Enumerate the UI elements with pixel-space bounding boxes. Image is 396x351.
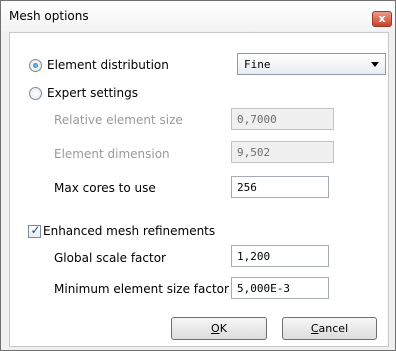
title-bar: Mesh options x <box>1 1 395 31</box>
element-dimension-field[interactable]: 9,502 <box>231 141 334 163</box>
check-icon: ✓ <box>30 223 41 237</box>
ok-label-rest: K <box>219 322 227 335</box>
cancel-mnemonic: C <box>310 322 319 335</box>
dialog-body: Element distribution Fine Expert setting… <box>9 32 389 347</box>
distribution-dropdown[interactable]: Fine <box>237 53 386 75</box>
max-cores-label: Max cores to use <box>54 181 156 195</box>
window-title: Mesh options <box>9 9 89 23</box>
enhanced-refinements-checkbox[interactable]: ✓ <box>28 223 41 238</box>
close-button[interactable]: x <box>372 11 392 27</box>
cancel-label-rest: ancel <box>318 322 349 335</box>
expert-settings-label: Expert settings <box>47 86 138 100</box>
ok-mnemonic: O <box>211 322 220 335</box>
element-dimension-label: Element dimension <box>54 147 170 161</box>
relative-element-size-field[interactable]: 0,7000 <box>231 108 334 130</box>
cancel-button[interactable]: Cancel <box>282 317 377 340</box>
radio-selected-dot <box>33 63 38 68</box>
mesh-options-dialog: Mesh options x Element distribution Fine… <box>0 0 396 351</box>
close-icon: x <box>378 12 386 25</box>
global-scale-field[interactable]: 1,200 <box>231 245 329 267</box>
distribution-selected-value: Fine <box>244 58 271 71</box>
enhanced-refinements-label: Enhanced mesh refinements <box>43 224 216 238</box>
element-distribution-label: Element distribution <box>47 58 169 72</box>
minimum-element-size-field[interactable]: 5,000E-3 <box>231 277 329 299</box>
chevron-down-icon <box>371 62 379 67</box>
global-scale-label: Global scale factor <box>54 251 166 265</box>
minimum-element-size-label: Minimum element size factor <box>54 282 229 296</box>
max-cores-field[interactable]: 256 <box>231 176 329 198</box>
relative-element-size-label: Relative element size <box>54 113 183 127</box>
ok-button[interactable]: OK <box>171 317 267 340</box>
element-distribution-radio[interactable] <box>29 59 42 72</box>
expert-settings-radio[interactable] <box>29 87 42 100</box>
